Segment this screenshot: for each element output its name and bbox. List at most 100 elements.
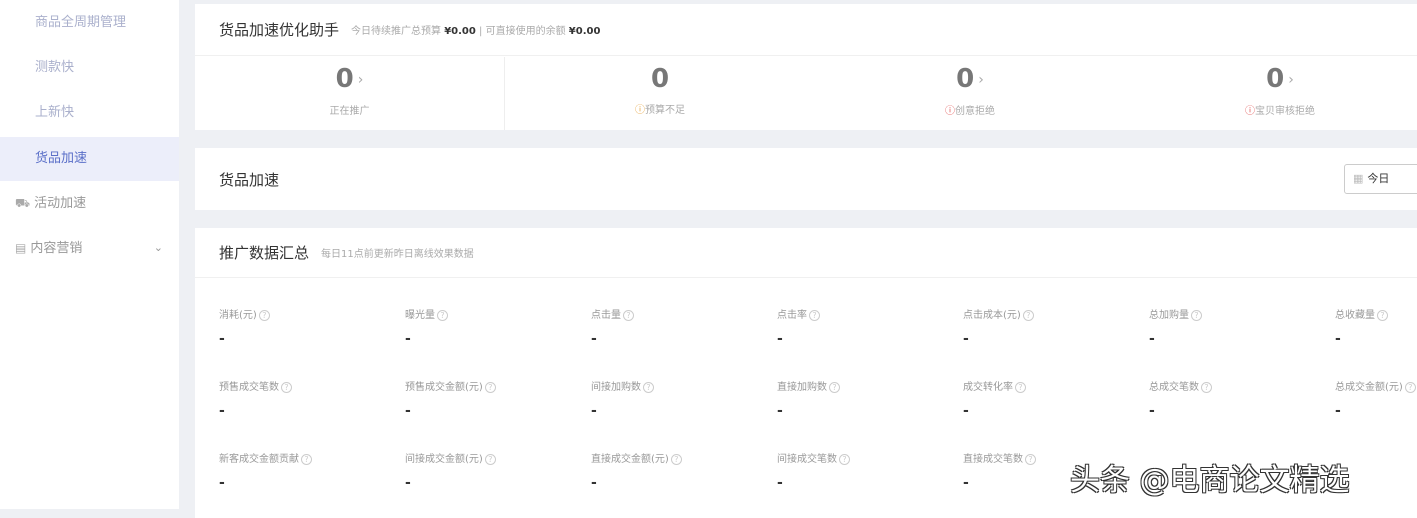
- budget-info: 今日待续推广总预算 ¥0.00 | 可直接使用的余额 ¥0.00: [351, 26, 601, 37]
- summary-title: 推广数据汇总: [219, 244, 310, 262]
- chevron-right-icon: ›: [1288, 71, 1294, 88]
- metric-label: 预售成交笔数: [219, 382, 279, 393]
- help-icon[interactable]: ?: [1404, 382, 1416, 393]
- assistant-title: 货品加速优化助手: [219, 21, 340, 39]
- date-picker[interactable]: ▦ 今日: [1344, 164, 1417, 194]
- metric-value: -: [219, 475, 225, 491]
- accel-card: 货品加速 ▦ 今日: [195, 148, 1417, 210]
- help-icon[interactable]: ?: [437, 310, 448, 321]
- metric-value: -: [777, 475, 783, 491]
- help-icon[interactable]: ?: [829, 382, 840, 393]
- stat-budget-low: 0 ⓘ预算不足: [635, 64, 685, 116]
- metric-item: 点击率? -: [777, 306, 957, 347]
- sidebar-item-activity[interactable]: ⛟ 活动加速: [0, 181, 179, 225]
- metric-label: 间接成交金额(元): [405, 454, 483, 465]
- metric-item: 总加购量? -: [1149, 306, 1329, 347]
- metric-label: 成交转化率: [963, 382, 1013, 393]
- sidebar-item-label: 内容营销: [30, 241, 83, 256]
- help-icon[interactable]: ?: [1201, 382, 1212, 393]
- metric-item: 直接加购数? -: [777, 378, 957, 419]
- metric-value: -: [1335, 403, 1341, 419]
- help-icon[interactable]: ?: [1025, 454, 1036, 465]
- metric-item: 预售成交笔数? -: [219, 378, 399, 419]
- metric-label: 点击率: [777, 310, 807, 321]
- calendar-icon: ▦: [1353, 172, 1364, 185]
- assistant-card: 货品加速优化助手 今日待续推广总预算 ¥0.00 | 可直接使用的余额 ¥0.0…: [195, 4, 1417, 130]
- metric-value: -: [219, 403, 225, 419]
- chevron-down-icon: ⌄: [153, 241, 163, 254]
- metric-item: 点击成本(元)? -: [963, 306, 1143, 347]
- metric-label: 总成交笔数: [1149, 382, 1199, 393]
- sidebar-item-goods-accel[interactable]: 货品加速: [0, 137, 179, 181]
- metric-value: -: [405, 403, 411, 419]
- accel-title: 货品加速: [219, 170, 280, 189]
- help-icon[interactable]: ?: [670, 454, 682, 465]
- metric-label: 预售成交金额(元): [405, 382, 483, 393]
- help-icon[interactable]: ?: [258, 310, 270, 321]
- help-icon[interactable]: ?: [1377, 310, 1388, 321]
- metric-item: 预售成交金额(元)? -: [405, 378, 585, 419]
- metric-value: -: [1149, 331, 1155, 347]
- metric-label: 消耗(元): [219, 310, 257, 321]
- metric-label: 直接加购数: [777, 382, 827, 393]
- sidebar: 商品全周期管理 测款快 上新快 货品加速 ⛟ 活动加速 ▤ 内容营销 ⌄: [0, 0, 179, 509]
- metric-label: 总收藏量: [1335, 310, 1375, 321]
- metric-item: 间接成交笔数? -: [777, 450, 957, 491]
- metric-label: 间接成交笔数: [777, 454, 837, 465]
- sidebar-item-lifecycle[interactable]: 商品全周期管理: [0, 1, 179, 45]
- stat-promoting[interactable]: 0 › 正在推广: [195, 57, 505, 130]
- help-icon[interactable]: ?: [1022, 310, 1034, 321]
- metric-label: 点击成本(元): [963, 310, 1021, 321]
- metric-label: 点击量: [591, 310, 621, 321]
- metric-value: -: [405, 475, 411, 491]
- help-icon[interactable]: ?: [484, 382, 496, 393]
- warning-icon: ⓘ: [635, 105, 645, 116]
- metric-value: -: [777, 403, 783, 419]
- metric-label: 总成交金额(元): [1335, 382, 1403, 393]
- metric-label: 直接成交金额(元): [591, 454, 669, 465]
- document-icon: ▤: [15, 241, 27, 255]
- metric-label: 总加购量: [1149, 310, 1189, 321]
- help-icon[interactable]: ?: [281, 382, 292, 393]
- metric-label: 间接加购数: [591, 382, 641, 393]
- metric-item: 总成交金额(元)? -: [1335, 378, 1417, 419]
- metric-label: 曝光量: [405, 310, 435, 321]
- chevron-right-icon: ›: [357, 71, 364, 88]
- metric-label: 直接成交笔数: [963, 454, 1023, 465]
- sidebar-item-label: 活动加速: [34, 196, 87, 211]
- metric-value: -: [591, 403, 597, 419]
- metric-item: 曝光量? -: [405, 306, 585, 347]
- metric-label: 新客成交金额贡献: [219, 454, 299, 465]
- metric-value: -: [219, 331, 225, 347]
- stat-creative-rejected[interactable]: 0 › ⓘ创意拒绝: [815, 57, 1125, 130]
- help-icon[interactable]: ?: [809, 310, 820, 321]
- metric-value: -: [963, 403, 969, 419]
- metric-item: 成交转化率? -: [963, 378, 1143, 419]
- metric-item: 消耗(元)? -: [219, 306, 399, 347]
- metric-item: 新客成交金额贡献? -: [219, 450, 399, 491]
- watermark: 头条 @电商论文精选: [1070, 463, 1350, 498]
- help-icon[interactable]: ?: [643, 382, 654, 393]
- error-icon: ⓘ: [1245, 105, 1255, 117]
- sidebar-item-test[interactable]: 测款快: [0, 46, 179, 90]
- sidebar-item-content[interactable]: ▤ 内容营销 ⌄: [0, 226, 179, 270]
- stat-item-rejected[interactable]: 0 › ⓘ宝贝审核拒绝: [1125, 57, 1417, 130]
- chevron-right-icon: ›: [978, 71, 984, 88]
- metric-item: 间接加购数? -: [591, 378, 771, 419]
- sidebar-item-new[interactable]: 上新快: [0, 91, 179, 135]
- help-icon[interactable]: ?: [301, 454, 312, 465]
- metric-item: 直接成交金额(元)? -: [591, 450, 771, 491]
- metric-value: -: [1335, 331, 1341, 347]
- help-icon[interactable]: ?: [1015, 382, 1026, 393]
- help-icon[interactable]: ?: [484, 454, 496, 465]
- metric-value: -: [1149, 403, 1155, 419]
- help-icon[interactable]: ?: [623, 310, 634, 321]
- gift-icon: ⛟: [15, 196, 31, 210]
- error-icon: ⓘ: [945, 105, 955, 117]
- help-icon[interactable]: ?: [839, 454, 850, 465]
- help-icon[interactable]: ?: [1191, 310, 1202, 321]
- metric-value: -: [777, 331, 783, 347]
- metric-value: -: [591, 331, 597, 347]
- metric-item: 总收藏量? -: [1335, 306, 1417, 347]
- metric-value: -: [963, 331, 969, 347]
